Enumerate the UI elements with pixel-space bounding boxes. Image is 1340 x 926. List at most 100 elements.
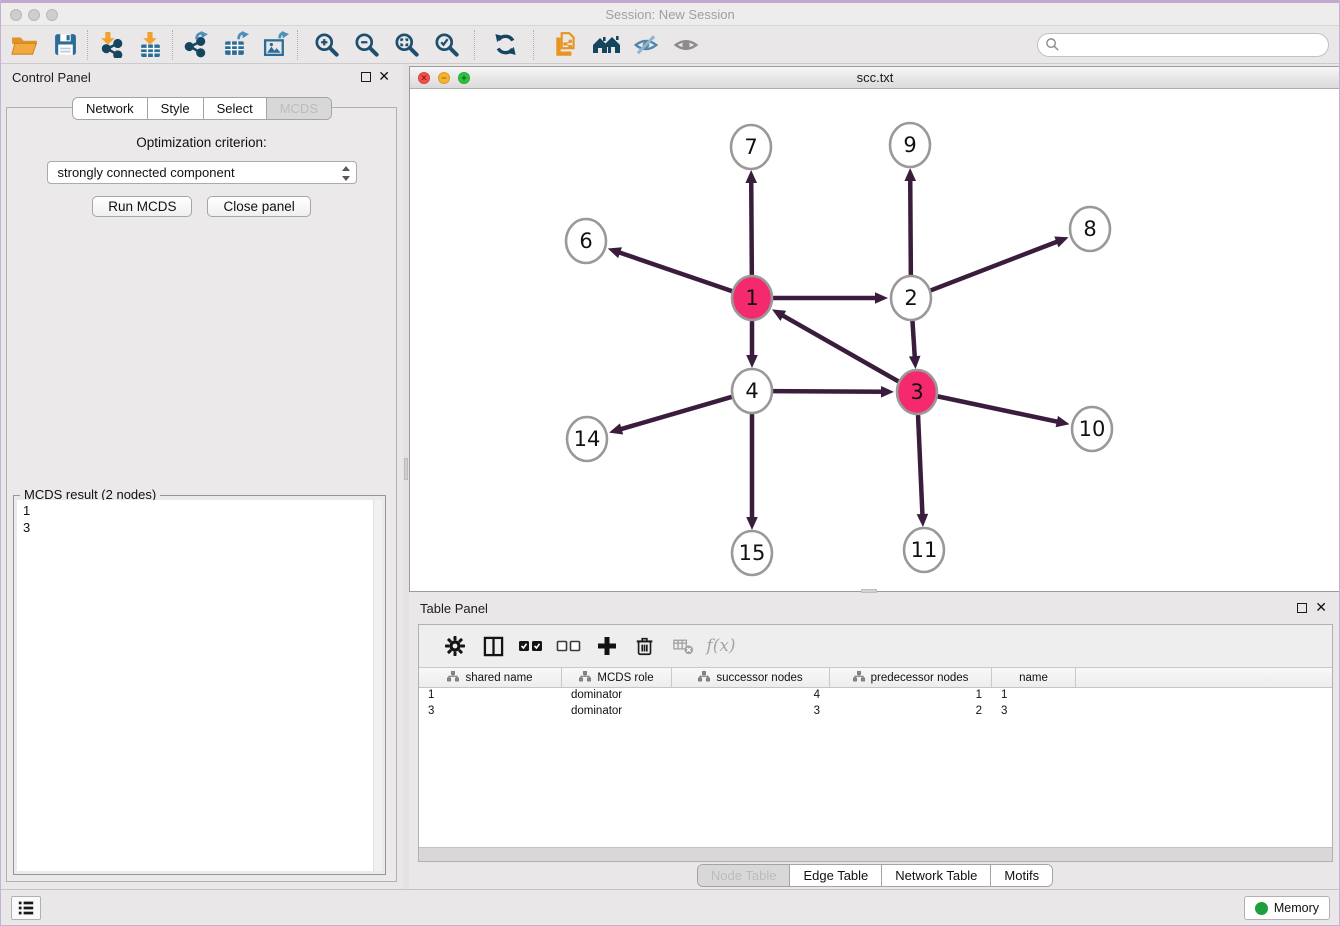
edge-1-7[interactable] <box>745 170 757 278</box>
list-icon <box>17 900 35 916</box>
cell-name[interactable]: 1 <box>992 688 1076 704</box>
zoom-selected-icon[interactable] <box>426 28 466 62</box>
deselect-all-columns-icon[interactable] <box>550 628 588 664</box>
open-session-icon[interactable] <box>5 28 45 62</box>
table-row[interactable]: 3dominator323 <box>419 704 1332 720</box>
search-input[interactable] <box>1037 33 1329 57</box>
node-10[interactable]: 10 <box>1072 407 1112 451</box>
node-11[interactable]: 11 <box>904 528 944 572</box>
table-tab-network-table[interactable]: Network Table <box>882 865 991 886</box>
svg-text:11: 11 <box>911 538 938 562</box>
node-9[interactable]: 9 <box>890 123 930 167</box>
tab-mcds[interactable]: MCDS <box>267 98 331 119</box>
cell-MCDS-role[interactable]: dominator <box>562 688 672 704</box>
node-7[interactable]: 7 <box>731 125 771 169</box>
select-all-columns-icon[interactable] <box>512 628 550 664</box>
cell-predecessor-nodes[interactable]: 2 <box>830 704 992 720</box>
column-header-predecessor-nodes[interactable]: predecessor nodes <box>830 668 992 687</box>
edge-3-10[interactable] <box>937 396 1070 427</box>
float-panel-icon[interactable] <box>361 72 371 82</box>
edge-2-9[interactable] <box>904 168 916 278</box>
result-scrollbar[interactable] <box>373 500 382 871</box>
table-settings-gear-icon[interactable] <box>436 628 474 664</box>
column-header-name[interactable]: name <box>992 668 1076 687</box>
column-header-successor-nodes[interactable]: successor nodes <box>672 668 830 687</box>
criterion-value: strongly connected component <box>58 165 235 180</box>
node-15[interactable]: 15 <box>732 531 772 575</box>
node-4[interactable]: 4 <box>732 369 772 413</box>
zoom-out-icon[interactable] <box>346 28 386 62</box>
duplicate-network-icon[interactable] <box>546 28 586 62</box>
horizontal-splitter-grip[interactable] <box>861 589 877 593</box>
import-table-icon[interactable] <box>130 28 170 62</box>
run-mcds-button[interactable]: Run MCDS <box>92 196 192 217</box>
table-tab-edge-table[interactable]: Edge Table <box>790 865 882 886</box>
edge-3-11[interactable] <box>917 412 929 527</box>
network-canvas[interactable]: 7 9 6 8 1 2 4 3 14 10 15 11 <box>410 89 1340 591</box>
cell-shared-name[interactable]: 3 <box>419 704 562 720</box>
search-field-wrap <box>1037 33 1329 57</box>
edge-4-3[interactable] <box>772 386 894 398</box>
tab-select[interactable]: Select <box>204 98 267 119</box>
cell-predecessor-nodes[interactable]: 1 <box>830 688 992 704</box>
edge-3-1[interactable] <box>772 309 900 382</box>
table-tab-node-table[interactable]: Node Table <box>698 865 791 886</box>
table-horizontal-scrollbar[interactable] <box>419 847 1332 861</box>
svg-text:4: 4 <box>745 379 758 403</box>
table-rows: 1dominator4113dominator323 <box>419 688 1332 720</box>
node-14[interactable]: 14 <box>567 417 607 461</box>
table-row[interactable]: 1dominator411 <box>419 688 1332 704</box>
edge-2-8[interactable] <box>930 237 1069 291</box>
node-2[interactable]: 2 <box>891 276 931 320</box>
zoom-in-icon[interactable] <box>306 28 346 62</box>
eye-slash-icon[interactable] <box>626 28 666 62</box>
node-6[interactable]: 6 <box>566 219 606 263</box>
houses-icon[interactable] <box>586 28 626 62</box>
search-icon <box>1045 37 1060 57</box>
tab-style[interactable]: Style <box>148 98 204 119</box>
table-panel: Table Panel ✕ <box>409 595 1340 890</box>
cell-MCDS-role[interactable]: dominator <box>562 704 672 720</box>
show-column-icon[interactable] <box>474 628 512 664</box>
edge-1-6[interactable] <box>608 247 733 291</box>
node-3[interactable]: 3 <box>897 370 937 414</box>
export-image-icon[interactable] <box>255 28 295 62</box>
close-panel-button[interactable]: Close panel <box>207 196 310 217</box>
node-1[interactable]: 1 <box>732 276 772 320</box>
splitter-grip[interactable] <box>404 458 408 480</box>
edge-2-3[interactable] <box>909 318 921 369</box>
delete-column-icon[interactable] <box>626 628 664 664</box>
table-close-panel-icon[interactable]: ✕ <box>1315 599 1327 616</box>
cell-shared-name[interactable]: 1 <box>419 688 562 704</box>
import-network-icon[interactable] <box>90 28 130 62</box>
edge-4-14[interactable] <box>609 397 733 435</box>
eye-icon[interactable] <box>666 28 706 62</box>
save-session-icon[interactable] <box>45 28 85 62</box>
close-panel-icon[interactable]: ✕ <box>378 68 390 85</box>
edge-1-4[interactable] <box>746 318 758 368</box>
refresh-layout-icon[interactable] <box>485 28 525 62</box>
table-float-panel-icon[interactable] <box>1297 603 1307 613</box>
network-window-titlebar[interactable]: ✕ − + scc.txt <box>410 67 1340 89</box>
cell-successor-nodes[interactable]: 4 <box>672 688 830 704</box>
column-header-MCDS-role[interactable]: MCDS role <box>562 668 672 687</box>
node-8[interactable]: 8 <box>1070 207 1110 251</box>
zoom-fit-icon[interactable] <box>386 28 426 62</box>
mcds-result-area[interactable]: 1 3 <box>17 500 382 871</box>
delete-table-icon <box>664 628 702 664</box>
export-table-icon[interactable] <box>215 28 255 62</box>
column-header-shared-name[interactable]: shared name <box>419 668 562 687</box>
table-tab-motifs[interactable]: Motifs <box>991 865 1052 886</box>
edge-1-2[interactable] <box>772 292 888 304</box>
cell-successor-nodes[interactable]: 3 <box>672 704 830 720</box>
edge-4-15[interactable] <box>746 411 758 530</box>
control-panel: Control Panel ✕ Optimization criterion: … <box>1 64 403 890</box>
cell-name[interactable]: 3 <box>992 704 1076 720</box>
criterion-dropdown[interactable]: strongly connected component <box>47 161 357 184</box>
create-column-icon[interactable] <box>588 628 626 664</box>
memory-button[interactable]: Memory <box>1244 896 1330 920</box>
tab-network[interactable]: Network <box>73 98 148 119</box>
svg-text:8: 8 <box>1083 217 1096 241</box>
task-history-button[interactable] <box>11 896 41 920</box>
export-network-icon[interactable] <box>175 28 215 62</box>
